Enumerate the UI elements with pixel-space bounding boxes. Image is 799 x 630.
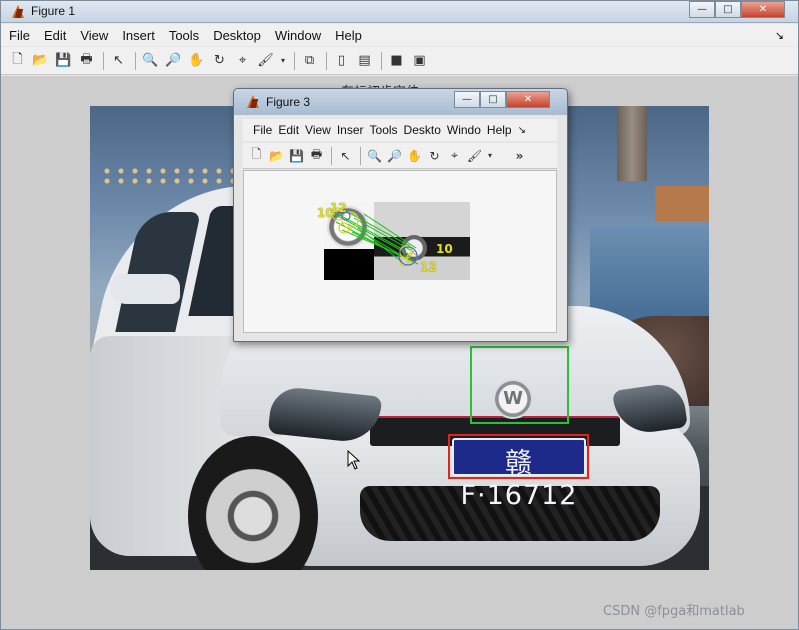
menu-help[interactable]: Help bbox=[335, 28, 362, 43]
brush-dropdown-icon[interactable]: ▾ bbox=[278, 50, 288, 71]
save-icon[interactable]: 💾 bbox=[287, 145, 306, 166]
matlab-icon bbox=[244, 94, 260, 110]
maximize-button[interactable]: □ bbox=[715, 1, 741, 18]
zoom-in-icon[interactable]: 🔍 bbox=[140, 50, 161, 71]
menu-window[interactable]: Window bbox=[275, 28, 321, 43]
colorbar-icon[interactable]: ▯ bbox=[331, 50, 352, 71]
menu-view[interactable]: View bbox=[80, 28, 108, 43]
logo-detection-box bbox=[470, 346, 569, 424]
menu-edit[interactable]: Edit bbox=[278, 123, 299, 137]
new-figure-icon[interactable]: 🗋 bbox=[247, 145, 266, 166]
zoom-in-icon[interactable]: 🔍 bbox=[365, 145, 384, 166]
edit-plot-arrow-icon[interactable]: ↖ bbox=[336, 145, 355, 166]
figure1-toolbar: 🗋 📂 💾 🖶 ↖ 🔍 🔎 ✋ ↻ ⌖ 🖌 ▾ ⧉ ▯ ▤ ■ ▣ bbox=[1, 47, 798, 75]
menu-tools[interactable]: Tools bbox=[370, 123, 398, 137]
menu-view[interactable]: View bbox=[305, 123, 331, 137]
figure1-titlebar[interactable]: Figure 1 — □ ✕ bbox=[1, 1, 798, 23]
menu-desktop[interactable]: Desktop bbox=[213, 28, 261, 43]
close-button[interactable]: ✕ bbox=[506, 91, 550, 108]
figure1-title: Figure 1 bbox=[31, 4, 76, 18]
print-icon[interactable]: 🖶 bbox=[307, 145, 326, 166]
show-plot-tools-icon[interactable]: ▣ bbox=[409, 50, 430, 71]
data-cursor-icon[interactable]: ⌖ bbox=[232, 50, 253, 71]
rotate-3d-icon[interactable]: ↻ bbox=[425, 145, 444, 166]
menu-insert[interactable]: Inser bbox=[337, 123, 364, 137]
open-file-icon[interactable]: 📂 bbox=[30, 50, 51, 71]
gti-badge: GTI bbox=[407, 393, 429, 404]
match-label: 10 bbox=[436, 242, 453, 256]
brush-icon[interactable]: 🖌 bbox=[255, 50, 276, 71]
minimize-button[interactable]: — bbox=[454, 91, 480, 108]
figure3-canvas: 10 12 10 12 bbox=[243, 170, 557, 333]
figure3-title: Figure 3 bbox=[266, 95, 311, 109]
car-mirror bbox=[110, 274, 180, 304]
menu-desktop[interactable]: Deskto bbox=[404, 123, 441, 137]
toolbar-separator bbox=[103, 51, 104, 70]
menu-file[interactable]: File bbox=[253, 123, 272, 137]
figure1-menubar: File Edit View Insert Tools Desktop Wind… bbox=[1, 24, 798, 46]
menu-file[interactable]: File bbox=[9, 28, 30, 43]
pan-hand-icon[interactable]: ✋ bbox=[186, 50, 207, 71]
rotate-3d-icon[interactable]: ↻ bbox=[209, 50, 230, 71]
save-icon[interactable]: 💾 bbox=[53, 50, 74, 71]
menu-dock-icon[interactable]: ↘ bbox=[775, 29, 784, 42]
toolbar-separator bbox=[331, 146, 332, 165]
match-label: 12 bbox=[420, 260, 437, 274]
figure3-menubar: File Edit View Inser Tools Deskto Windo … bbox=[243, 119, 557, 141]
menu-window[interactable]: Windo bbox=[447, 123, 481, 137]
menu-dock-icon[interactable]: ↘ bbox=[518, 125, 526, 136]
toolbar-separator bbox=[135, 51, 136, 70]
open-file-icon[interactable]: 📂 bbox=[267, 145, 286, 166]
figure3-window: Figure 3 — □ ✕ File Edit View Inser Tool… bbox=[233, 88, 568, 342]
toolbar-separator bbox=[326, 51, 327, 70]
toolbar-overflow-icon[interactable]: » bbox=[510, 145, 529, 166]
close-button[interactable]: ✕ bbox=[741, 1, 785, 18]
hide-plot-tools-icon[interactable]: ■ bbox=[386, 50, 407, 71]
zoom-out-icon[interactable]: 🔎 bbox=[385, 145, 404, 166]
maximize-button[interactable]: □ bbox=[480, 91, 506, 108]
edit-plot-arrow-icon[interactable]: ↖ bbox=[108, 50, 129, 71]
background-lighthouse bbox=[617, 106, 647, 181]
csdn-watermark: CSDN @fpga和matlab bbox=[603, 604, 745, 619]
toolbar-separator bbox=[360, 146, 361, 165]
background-lights bbox=[100, 166, 240, 186]
figure3-toolbar: 🗋 📂 💾 🖶 ↖ 🔍 🔎 ✋ ↻ ⌖ 🖌 ▾ » bbox=[243, 143, 557, 169]
zoom-out-icon[interactable]: 🔎 bbox=[163, 50, 184, 71]
menu-tools[interactable]: Tools bbox=[169, 28, 199, 43]
toolbar-separator bbox=[294, 51, 295, 70]
print-icon[interactable]: 🖶 bbox=[76, 50, 97, 71]
menu-edit[interactable]: Edit bbox=[44, 28, 66, 43]
plate-detection-box bbox=[448, 434, 589, 479]
pan-hand-icon[interactable]: ✋ bbox=[405, 145, 424, 166]
menu-help[interactable]: Help bbox=[487, 123, 512, 137]
menu-insert[interactable]: Insert bbox=[122, 28, 155, 43]
minimize-button[interactable]: — bbox=[689, 1, 715, 18]
brush-dropdown-icon[interactable]: ▾ bbox=[485, 145, 495, 166]
data-cursor-icon[interactable]: ⌖ bbox=[445, 145, 464, 166]
new-figure-icon[interactable]: 🗋 bbox=[7, 50, 28, 71]
brush-icon[interactable]: 🖌 bbox=[465, 145, 484, 166]
figure3-titlebar[interactable]: Figure 3 — □ ✕ bbox=[234, 89, 567, 115]
link-plot-icon[interactable]: ⧉ bbox=[299, 50, 320, 71]
toolbar-separator bbox=[381, 51, 382, 70]
feature-match-image: 10 12 10 12 bbox=[317, 201, 470, 280]
legend-icon[interactable]: ▤ bbox=[354, 50, 375, 71]
matlab-icon bbox=[9, 4, 25, 20]
match-label: 12 bbox=[330, 201, 347, 215]
